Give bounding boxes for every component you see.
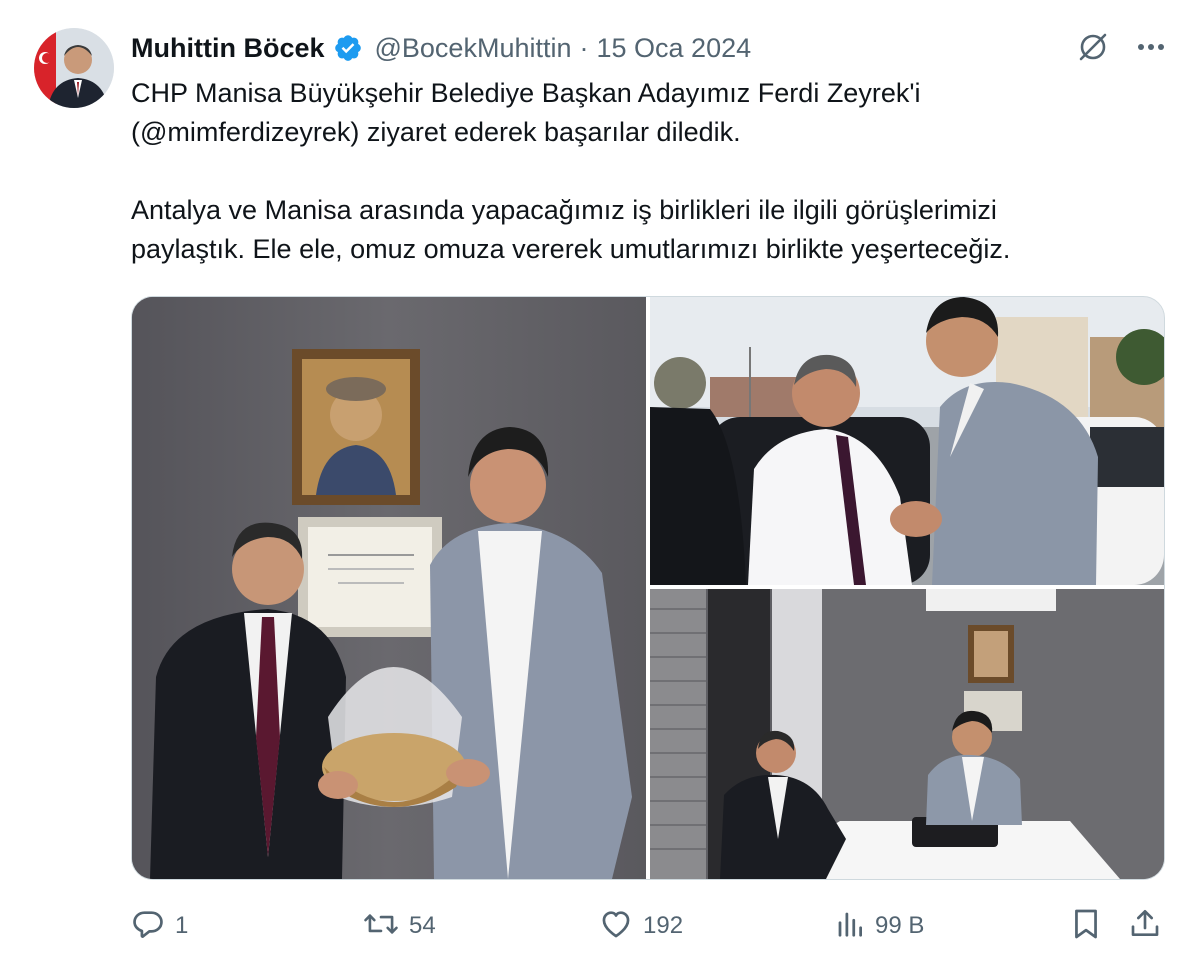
retweet-button[interactable]: 54 [363,906,436,946]
avatar[interactable] [34,28,114,108]
photo-outdoor-handshake[interactable] [650,297,1164,585]
photo-basket-handover[interactable] [132,297,646,879]
heart-icon [599,907,633,946]
media-grid [131,296,1165,880]
reply-button[interactable]: 1 [131,906,188,946]
author-handle[interactable]: @BocekMuhittin [375,33,572,64]
tweet-text-line: Antalya ve Manisa arasında yapacağımız i… [131,195,997,225]
action-bar: 1 54 192 99 B [131,906,1165,946]
photo-office-meeting[interactable] [650,589,1164,879]
tweet-text-line: paylaştık. Ele ele, omuz omuza vererek u… [131,234,1011,264]
retweet-icon [363,907,399,946]
share-icon [1129,907,1161,946]
like-count: 192 [643,912,684,939]
grok-icon[interactable] [1076,30,1110,64]
reply-count: 1 [175,912,189,939]
views-count: 99 B [875,912,925,939]
separator-dot: · [579,32,589,63]
views-button[interactable]: 99 B [835,906,924,946]
verified-badge-icon[interactable] [333,33,363,63]
views-icon [835,909,865,944]
like-button[interactable]: 192 [599,906,683,946]
bookmark-icon [1071,907,1101,946]
tweet-text: CHP Manisa Büyükşehir Belediye Başkan Ad… [131,74,1141,269]
author-name[interactable]: Muhittin Böcek [131,33,325,64]
more-icon[interactable] [1136,42,1166,52]
tweet-header: Muhittin Böcek @BocekMuhittin · 15 Oca 2… [131,30,751,66]
reply-icon [131,907,165,946]
tweet-text-line: (@mimferdizeyrek) ziyaret ederek başarıl… [131,117,741,147]
tweet[interactable]: Muhittin Böcek @BocekMuhittin · 15 Oca 2… [0,0,1194,968]
tweet-date[interactable]: 15 Oca 2024 [597,33,752,64]
tweet-text-line: CHP Manisa Büyükşehir Belediye Başkan Ad… [131,78,921,108]
share-button[interactable] [1129,906,1161,946]
retweet-count: 54 [409,912,436,939]
bookmark-button[interactable] [1071,906,1101,946]
header-actions [1076,30,1166,64]
